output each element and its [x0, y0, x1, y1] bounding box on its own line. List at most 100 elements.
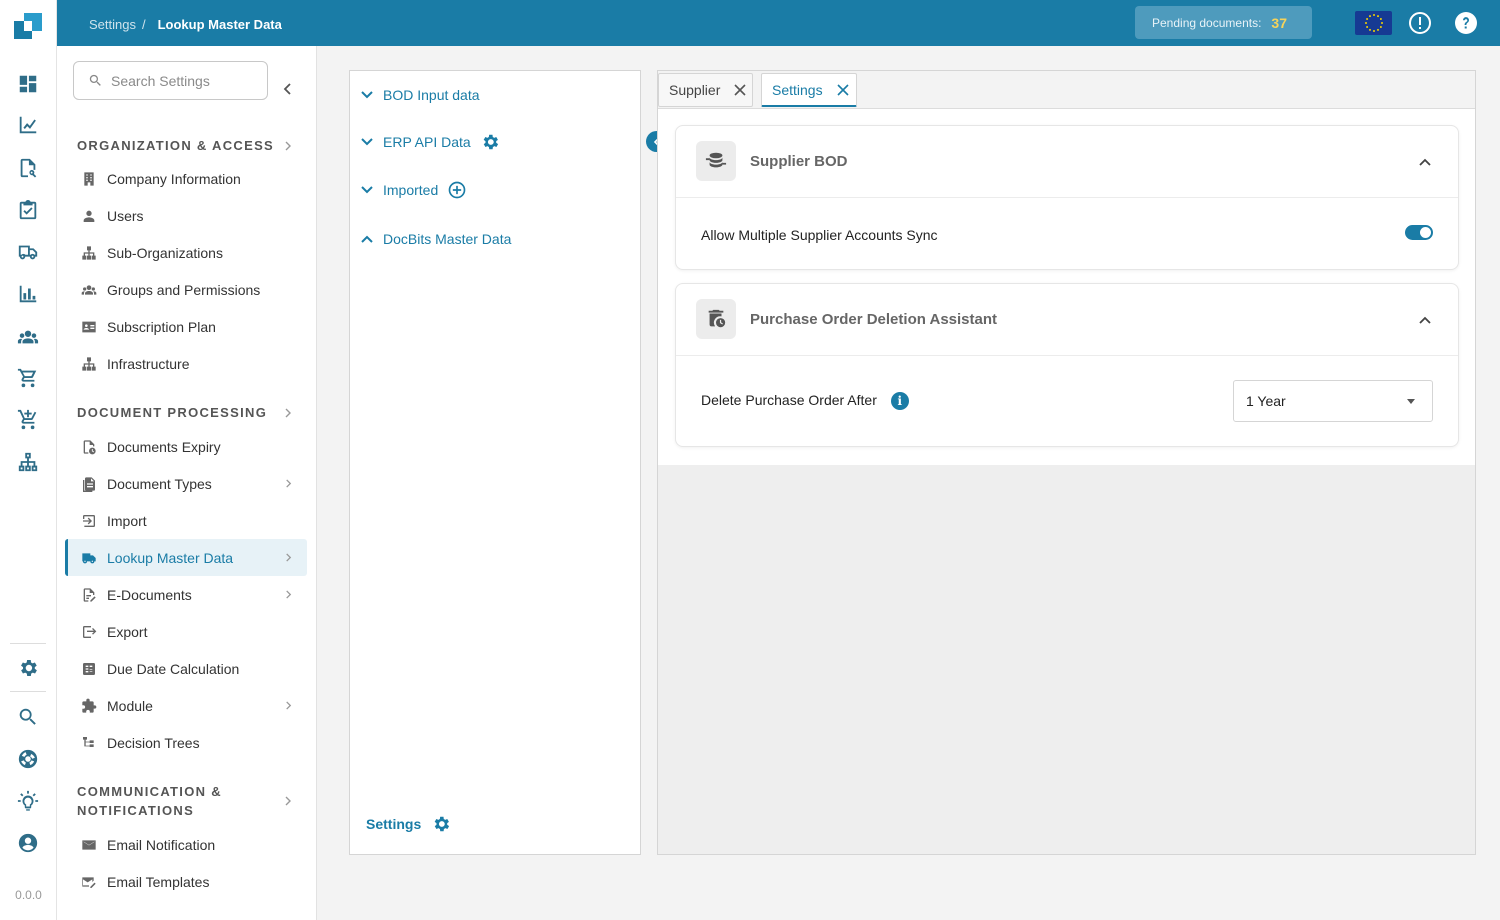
- task-icon[interactable]: [14, 196, 42, 224]
- building-icon: [84, 171, 94, 186]
- master-data-tree-panel: BOD Input data ERP API Data Imported Doc…: [349, 70, 641, 855]
- tree-settings-link[interactable]: Settings: [366, 814, 451, 834]
- truck-icon: [82, 552, 96, 563]
- idea-icon[interactable]: [14, 787, 42, 815]
- groups-icon: [81, 284, 97, 295]
- sidebar-item-groups-permissions[interactable]: Groups and Permissions: [65, 271, 307, 308]
- sidebar-item-module[interactable]: Module: [65, 687, 307, 724]
- eu-flag-icon[interactable]: [1355, 11, 1392, 35]
- add-circle-icon[interactable]: [447, 180, 467, 200]
- chevron-right-icon[interactable]: [283, 141, 293, 151]
- documents-icon: [83, 476, 95, 492]
- sidebar-item-label: Module: [107, 697, 153, 714]
- sidebar-item-due-date-calculation[interactable]: Due Date Calculation: [65, 650, 307, 687]
- sidebar-item-documents-expiry[interactable]: Documents Expiry: [65, 428, 307, 465]
- tab-settings[interactable]: Settings: [761, 73, 857, 107]
- alert-icon[interactable]: [1408, 11, 1432, 35]
- tree-node-docbits-master-data[interactable]: DocBits Master Data: [360, 227, 511, 251]
- dashboard-icon[interactable]: [14, 70, 42, 98]
- sidebar-item-email-notification[interactable]: Email Notification: [65, 826, 307, 863]
- card-header[interactable]: Purchase Order Deletion Assistant: [676, 284, 1458, 356]
- sidebar-item-lookup-master-data[interactable]: Lookup Master Data: [65, 539, 307, 576]
- section-communication-notifications[interactable]: COMMUNICATION & NOTIFICATIONS: [77, 782, 222, 820]
- sidebar-item-company-information[interactable]: Company Information: [65, 160, 307, 197]
- sidebar-item-export[interactable]: Export: [65, 613, 307, 650]
- document-edit-icon: [83, 587, 96, 602]
- bar-chart-icon[interactable]: [14, 280, 42, 308]
- tree-node-label: BOD Input data: [383, 87, 480, 103]
- chevron-right-icon[interactable]: [283, 408, 293, 418]
- tab-supplier[interactable]: Supplier: [658, 73, 753, 107]
- tab-label: Settings: [772, 81, 823, 98]
- analytics-icon[interactable]: [14, 111, 42, 139]
- section-organization-access[interactable]: ORGANIZATION & ACCESS: [77, 136, 274, 155]
- team-icon[interactable]: [14, 323, 42, 351]
- document-search-icon[interactable]: [14, 154, 42, 182]
- settings-icon[interactable]: [14, 654, 42, 682]
- sidebar-item-email-templates[interactable]: Email Templates: [65, 863, 307, 900]
- search-settings-field[interactable]: [73, 61, 268, 100]
- chevron-down-icon: [361, 138, 373, 146]
- search-icon[interactable]: [14, 703, 42, 731]
- top-bar: Settings / Lookup Master Data Pending do…: [57, 0, 1500, 46]
- chevron-down-icon: [361, 91, 373, 99]
- gear-icon[interactable]: [480, 132, 500, 152]
- sidebar-item-label: Lookup Master Data: [107, 549, 234, 566]
- add-cart-icon[interactable]: [14, 406, 42, 434]
- pending-documents-badge[interactable]: Pending documents: 37: [1135, 6, 1312, 39]
- section-document-processing[interactable]: DOCUMENT PROCESSING: [77, 403, 267, 422]
- sidebar-item-label: Due Date Calculation: [107, 660, 240, 677]
- help-icon[interactable]: [1454, 11, 1478, 35]
- delivery-icon[interactable]: [14, 238, 42, 266]
- close-icon[interactable]: [734, 84, 746, 96]
- support-icon[interactable]: [14, 745, 42, 773]
- chevron-right-icon[interactable]: [283, 796, 293, 806]
- sidebar-item-infrastructure[interactable]: Infrastructure: [65, 345, 307, 382]
- sidebar-item-decision-trees[interactable]: Decision Trees: [65, 724, 307, 761]
- collapse-sidebar-icon[interactable]: [281, 82, 295, 96]
- sidebar-item-document-types[interactable]: Document Types: [65, 465, 307, 502]
- dropdown-caret-icon: [1407, 399, 1415, 404]
- sidebar-item-users[interactable]: Users: [65, 197, 307, 234]
- search-settings-input[interactable]: [111, 72, 261, 89]
- breadcrumb-settings[interactable]: Settings: [89, 17, 136, 32]
- select-value: 1 Year: [1246, 393, 1286, 409]
- tree-node-label: ERP API Data: [383, 134, 471, 150]
- allow-multiple-supplier-accounts-toggle[interactable]: [1405, 225, 1433, 240]
- sidebar-item-e-documents[interactable]: E-Documents: [65, 576, 307, 613]
- sidebar-item-label: Email Templates: [107, 873, 210, 890]
- close-icon[interactable]: [837, 83, 849, 96]
- delete-purchase-order-after-select[interactable]: 1 Year: [1233, 380, 1433, 422]
- account-icon[interactable]: [14, 829, 42, 857]
- mail-icon: [82, 839, 96, 850]
- section-label-line2: NOTIFICATIONS: [77, 803, 195, 818]
- hierarchy-icon: [82, 356, 96, 371]
- chevron-up-icon[interactable]: [1418, 155, 1432, 169]
- settings-content: Supplier BOD Allow Multiple Supplier Acc…: [658, 109, 1475, 465]
- tree-settings-label: Settings: [366, 816, 422, 832]
- sidebar-item-label: Decision Trees: [107, 734, 200, 751]
- sidebar-item-sub-organizations[interactable]: Sub-Organizations: [65, 234, 307, 271]
- chevron-up-icon[interactable]: [1418, 313, 1432, 327]
- document-clock-icon: [83, 439, 96, 454]
- tree-node-erp-api-data[interactable]: ERP API Data: [360, 130, 500, 154]
- docbits-logo-icon[interactable]: [12, 11, 44, 43]
- section-label-line1: COMMUNICATION &: [77, 784, 222, 799]
- export-icon: [83, 625, 97, 638]
- sidebar-item-import[interactable]: Import: [65, 502, 307, 539]
- tree-node-label: DocBits Master Data: [383, 231, 512, 247]
- icon-rail: 0.0.0: [0, 0, 57, 920]
- chevron-up-icon: [361, 235, 373, 243]
- network-icon[interactable]: [14, 448, 42, 476]
- tab-bar: Supplier Settings: [658, 71, 1475, 109]
- card-body: Delete Purchase Order After i 1 Year: [676, 356, 1458, 446]
- info-icon[interactable]: i: [890, 392, 909, 411]
- tree-node-imported[interactable]: Imported: [360, 178, 467, 202]
- tree-node-bod-input-data[interactable]: BOD Input data: [360, 83, 480, 107]
- app-version: 0.0.0: [15, 888, 42, 902]
- cart-icon[interactable]: [14, 364, 42, 392]
- breadcrumb: Settings / Lookup Master Data: [89, 17, 282, 32]
- card-title: Supplier BOD: [750, 153, 848, 170]
- sidebar-item-subscription-plan[interactable]: Subscription Plan: [65, 308, 307, 345]
- card-header[interactable]: Supplier BOD: [676, 126, 1458, 198]
